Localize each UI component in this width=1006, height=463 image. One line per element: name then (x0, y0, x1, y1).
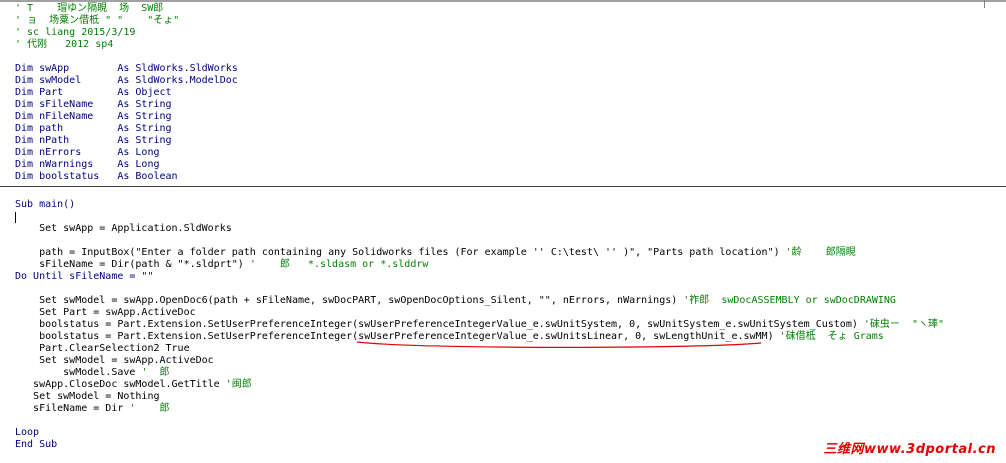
code-line[interactable]: Set swModel = swApp.ActiveDoc (15, 355, 214, 367)
code-line[interactable]: boolstatus = Part.Extension.SetUserPrefe… (15, 319, 944, 331)
code-line[interactable]: Dim nFileName As String (15, 111, 172, 123)
code-keyword: Dim boolstatus As Boolean (15, 171, 178, 182)
code-line[interactable]: Dim nPath As String (15, 135, 172, 147)
code-line[interactable]: ' sc liang 2015/3/19 (15, 27, 135, 39)
code-text: path = InputBox("Enter a folder path con… (15, 247, 786, 258)
code-line[interactable]: Dim path As String (15, 123, 172, 135)
code-text: Set swApp = Application.SldWorks (15, 223, 232, 234)
code-text: swApp.CloseDoc swModel.GetTitle (15, 379, 226, 390)
code-comment: '闽郎 (225, 379, 252, 390)
procedure-separator (0, 186, 1006, 187)
code-line[interactable]: sFileName = Dir(path & "*.sldprt") ' 郎 *… (15, 259, 428, 271)
code-line[interactable]: ' 代刚 2012 sp4 (15, 39, 113, 51)
code-text: sFileName = Dir (15, 403, 130, 414)
code-line[interactable]: End Sub (15, 439, 57, 451)
code-line[interactable]: Loop (15, 427, 39, 439)
code-line[interactable]: Dim swApp As SldWorks.SldWorks (15, 63, 238, 75)
code-text: swModel.Save (15, 367, 142, 378)
code-line[interactable]: ' T 瑁ゆン隔睍 场 SW郎 (15, 3, 163, 15)
code-line[interactable]: Dim swModel As SldWorks.ModelDoc (15, 75, 238, 87)
code-line[interactable]: Do Until sFileName = "" (15, 271, 153, 283)
code-line[interactable]: Dim sFileName As String (15, 99, 172, 111)
code-line[interactable]: sFileName = Dir ' 郎 (15, 403, 170, 415)
code-line[interactable]: swModel.Save ' 郎 (15, 367, 170, 379)
code-text: Set swModel = swApp.ActiveDoc (15, 355, 214, 366)
code-keyword: Dim swModel As SldWorks.ModelDoc (15, 75, 238, 86)
code-comment: ' 郎 *.sldasm or *.slddrw (249, 259, 429, 270)
code-text: Set Part = swApp.ActiveDoc (15, 307, 196, 318)
code-text: Set swModel = swApp.OpenDoc6(path + sFil… (15, 295, 684, 306)
code-keyword: Dim nErrors As Long (15, 147, 160, 158)
code-comment: ' sc liang 2015/3/19 (15, 27, 136, 38)
code-keyword: End Sub (15, 439, 58, 450)
code-line[interactable]: Dim boolstatus As Boolean (15, 171, 178, 183)
code-text: sFileName = Dir(path & "*.sldprt") (15, 259, 250, 270)
code-editor[interactable]: ' T 瑁ゆン隔睍 场 SW郎 ' ョ 场粟ン借柢 " " "そょ" ' sc li… (0, 0, 1006, 463)
code-keyword: Dim sFileName As String (15, 99, 172, 110)
code-line[interactable]: Set swModel = Nothing (15, 391, 160, 403)
code-comment: ' 代刚 2012 sp4 (15, 39, 114, 50)
code-keyword: Dim nWarnings As Long (15, 159, 160, 170)
code-comment: '砞借柢 そょ Grams (779, 331, 884, 342)
code-line[interactable]: Dim nWarnings As Long (15, 159, 160, 171)
code-comment: '龄 郎隔睍 (785, 247, 856, 258)
text-caret (15, 212, 16, 223)
code-line[interactable]: ' ョ 场粟ン借柢 " " "そょ" (15, 15, 179, 27)
code-keyword: Loop (15, 427, 40, 438)
code-line[interactable]: Dim nErrors As Long (15, 147, 160, 159)
code-line[interactable]: Set swApp = Application.SldWorks (15, 223, 232, 235)
watermark-text: 三维网www.3dportal.cn (823, 442, 996, 457)
code-text: Set swModel = Nothing (15, 391, 160, 402)
code-text: boolstatus = Part.Extension.SetUserPrefe… (15, 319, 864, 330)
code-keyword: Dim path As String (15, 123, 172, 134)
code-line[interactable]: Set swModel = swApp.OpenDoc6(path + sFil… (15, 295, 896, 307)
code-keyword: Dim Part As Object (15, 87, 172, 98)
red-underline-annotation (356, 341, 762, 348)
code-keyword: Dim swApp As SldWorks.SldWorks (15, 63, 238, 74)
code-comment: ' T 瑁ゆン隔睍 场 SW郎 (15, 3, 164, 14)
code-comment: '祚郎 swDocASSEMBLY or swDocDRAWING (683, 295, 896, 306)
code-line[interactable]: Set Part = swApp.ActiveDoc (15, 307, 196, 319)
code-keyword: Sub main() (15, 199, 76, 210)
code-comment: ' 郎 (141, 367, 170, 378)
procedure-section[interactable]: Sub main() Set swApp = Application.SldWo… (0, 190, 1006, 463)
code-line[interactable]: swApp.CloseDoc swModel.GetTitle '闽郎 (15, 379, 252, 391)
code-line[interactable]: Part.ClearSelection2 True (15, 343, 190, 355)
declarations-section[interactable]: ' T 瑁ゆン隔睍 场 SW郎 ' ョ 场粟ン借柢 " " "そょ" ' sc li… (0, 0, 1006, 186)
code-line[interactable]: Sub main() (15, 199, 75, 211)
code-line[interactable]: Dim Part As Object (15, 87, 172, 99)
code-keyword: Do Until sFileName = "" (15, 271, 154, 282)
code-comment: '砞虫ㄧ "ヽ琫" (863, 319, 945, 330)
code-line[interactable]: path = InputBox("Enter a folder path con… (15, 247, 856, 259)
code-keyword: Dim nPath As String (15, 135, 172, 146)
code-comment: ' ョ 场粟ン借柢 " " "そょ" (15, 15, 180, 26)
code-comment: ' 郎 (129, 403, 170, 414)
code-text: Part.ClearSelection2 True (15, 343, 190, 354)
code-keyword: Dim nFileName As String (15, 111, 172, 122)
